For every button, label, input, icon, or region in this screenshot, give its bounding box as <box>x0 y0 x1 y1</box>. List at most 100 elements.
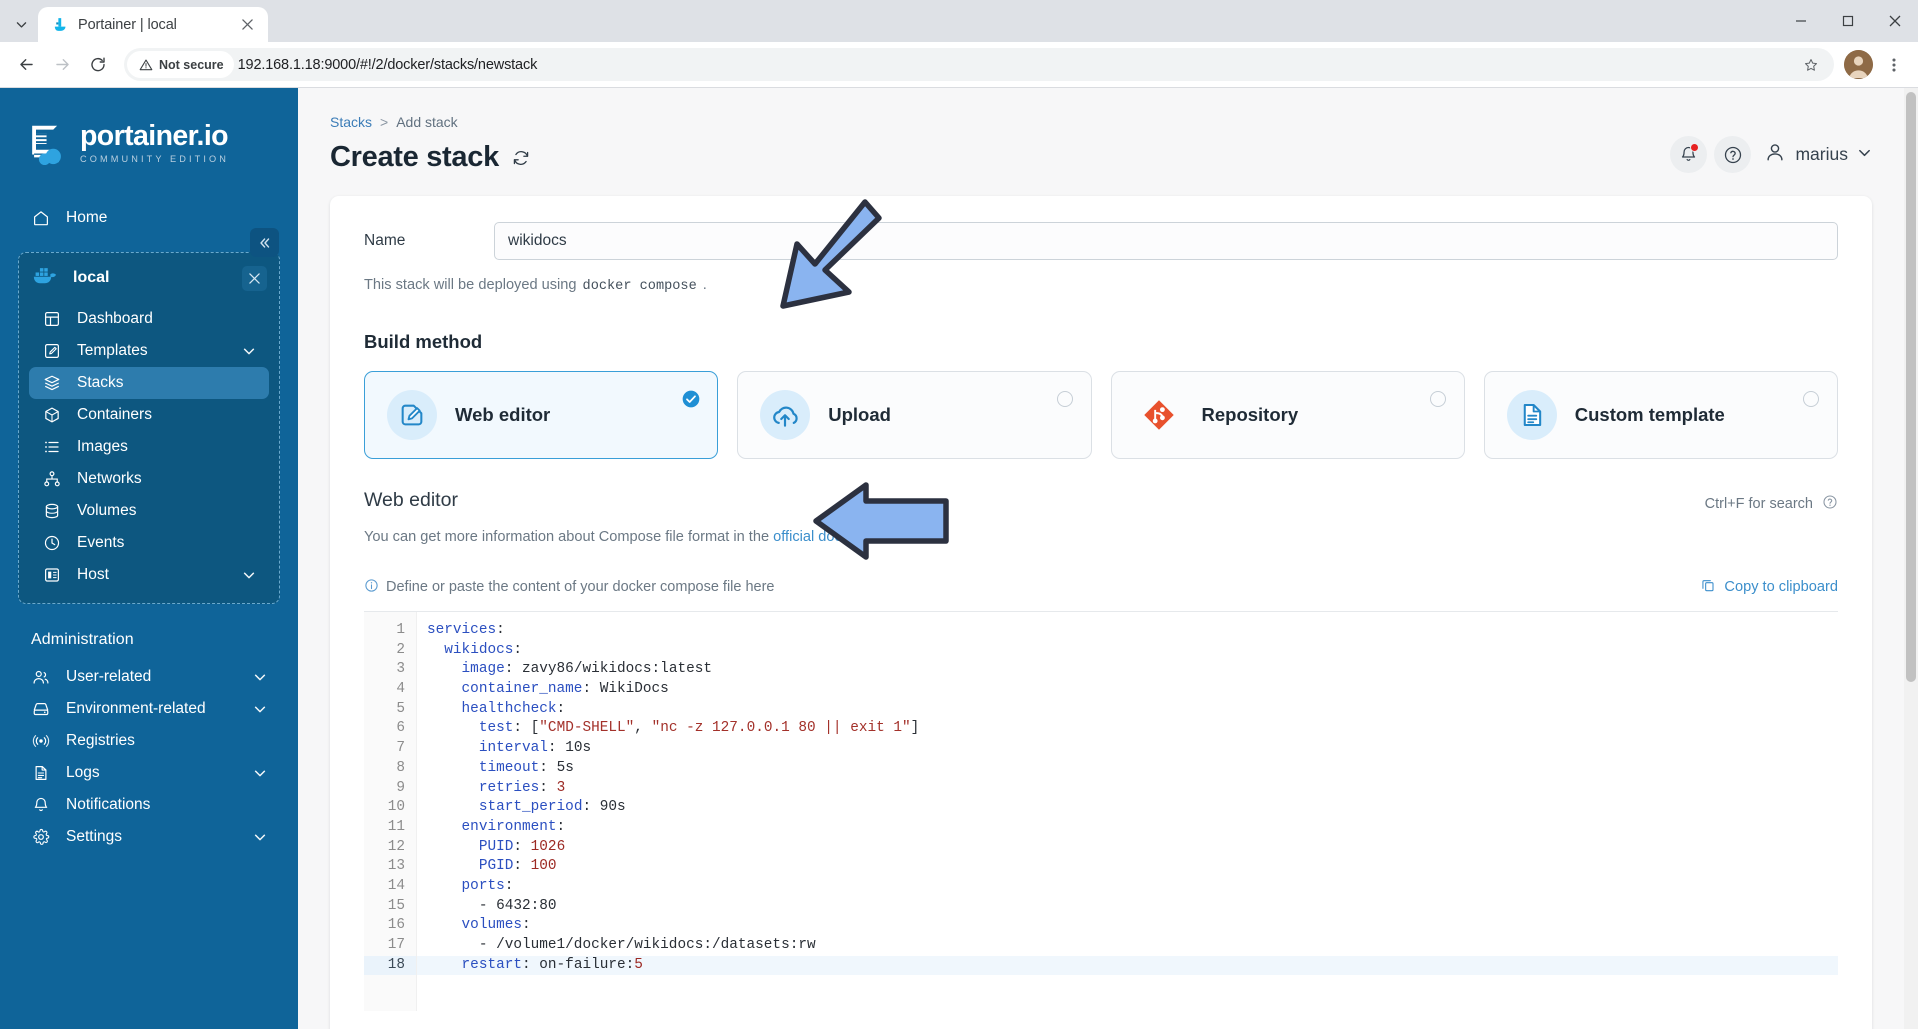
sidebar-environment-header[interactable]: local <box>19 261 279 295</box>
templates-edit-icon <box>42 342 61 361</box>
editor-code-line[interactable]: - 6432:80 <box>427 897 1838 917</box>
editor-code-line[interactable]: wikidocs: <box>427 641 1838 661</box>
sidebar-item-home-label: Home <box>66 209 108 226</box>
editor-code-line[interactable]: test: ["CMD-SHELL", "nc -z 127.0.0.1 80 … <box>427 719 1838 739</box>
editor-code-line[interactable]: restart: on-failure:5 <box>417 955 1838 976</box>
editor-code-line[interactable]: services: <box>427 621 1838 641</box>
editor-code-line[interactable]: retries: 3 <box>427 779 1838 799</box>
profile-avatar[interactable] <box>1844 50 1873 79</box>
editor-code-line[interactable]: ports: <box>427 877 1838 897</box>
yaml-code-editor[interactable]: 1 2 3 4 5 6 7 8 9 10 11 12 13 14 15 16 17 18 services: wi… <box>364 611 1838 1011</box>
code-token: retries <box>478 779 540 796</box>
radio-button-unselected[interactable] <box>1429 391 1446 407</box>
build-method-web-editor[interactable]: Web editor <box>364 371 719 459</box>
editor-code-line[interactable]: timeout: 5s <box>427 759 1838 779</box>
build-method-repository[interactable]: Repository <box>1110 371 1465 459</box>
official-documentation-link[interactable]: official documentation <box>773 529 914 545</box>
sidebar-item-networks[interactable]: Networks <box>29 463 269 495</box>
stack-name-input[interactable] <box>494 222 1838 260</box>
page-title: Create stack <box>330 141 499 173</box>
portainer-whale-icon <box>54 18 66 31</box>
radio-button-unselected[interactable] <box>1056 391 1073 407</box>
chevron-down-icon[interactable] <box>253 830 267 844</box>
build-method-label: Repository <box>1201 404 1299 425</box>
sidebar-item-user-related[interactable]: User-related <box>18 661 280 693</box>
help-button[interactable] <box>1714 136 1752 173</box>
chevron-down-icon[interactable] <box>242 344 256 358</box>
sidebar-item-home[interactable]: Home <box>18 202 280 234</box>
sidebar-admin-title: Administration <box>31 631 134 648</box>
page-scrollbar-thumb[interactable] <box>1906 92 1916 682</box>
editor-code-line[interactable]: environment: <box>427 818 1838 838</box>
editor-code-line[interactable]: PGID: 100 <box>427 857 1838 877</box>
chevron-down-icon[interactable] <box>242 568 256 582</box>
sidebar-item-notifications[interactable]: Notifications <box>18 789 280 821</box>
sidebar-item-templates[interactable]: Templates <box>29 335 269 367</box>
sidebar-item-events[interactable]: Events <box>29 527 269 559</box>
sidebar-item-label: Registries <box>66 732 135 749</box>
sidebar-item-images[interactable]: Images <box>29 431 269 463</box>
sidebar: portainer.io COMMUNITY EDITION Home loca… <box>0 88 298 1029</box>
editor-code-line[interactable]: - /volume1/docker/wikidocs:/datasets:rw <box>427 936 1838 956</box>
window-maximize-button[interactable] <box>1824 0 1871 42</box>
tab-search-chevron-down-icon[interactable] <box>4 9 38 39</box>
brand-logo[interactable]: portainer.io COMMUNITY EDITION <box>0 110 298 176</box>
sidebar-item-stacks[interactable]: Stacks <box>29 367 269 399</box>
window-minimize-button[interactable] <box>1777 0 1824 42</box>
sidebar-item-volumes[interactable]: Volumes <box>29 495 269 527</box>
kebab-menu-icon[interactable] <box>1879 48 1909 82</box>
breadcrumb-root-link[interactable]: Stacks <box>330 114 372 130</box>
browser-tab-close-icon[interactable] <box>237 14 258 35</box>
sidebar-item-dashboard[interactable]: Dashboard <box>29 303 269 335</box>
address-bar[interactable]: Not secure 192.168.1.18:9000/#!/2/docker… <box>124 48 1834 81</box>
users-icon <box>31 668 50 687</box>
url-text[interactable]: 192.168.1.18:9000/#!/2/docker/stacks/new… <box>238 57 1796 73</box>
sidebar-item-host[interactable]: Host <box>29 559 269 591</box>
sidebar-item-containers[interactable]: Containers <box>29 399 269 431</box>
forward-arrow-icon[interactable] <box>45 48 79 82</box>
sidebar-item-label: Settings <box>66 828 123 845</box>
back-arrow-icon[interactable] <box>9 48 43 82</box>
notifications-button[interactable] <box>1670 136 1708 173</box>
editor-code-line[interactable]: start_period: 90s <box>427 798 1838 818</box>
radio-button-unselected[interactable] <box>1803 391 1819 407</box>
editor-line-number: 10 <box>387 799 405 816</box>
editor-code-line[interactable]: healthcheck: <box>427 700 1838 720</box>
chevron-down-icon[interactable] <box>253 670 267 684</box>
page-scrollbar-track[interactable] <box>1904 88 1918 1029</box>
star-icon[interactable] <box>1796 50 1826 80</box>
refresh-icon[interactable] <box>512 149 530 167</box>
sidebar-item-label: Containers <box>77 406 152 423</box>
help-circle-icon[interactable] <box>1822 494 1838 514</box>
security-status-chip[interactable]: Not secure <box>127 51 234 78</box>
code-token: "CMD-SHELL" <box>539 720 635 737</box>
editor-code-line[interactable]: image: zavy86/wikidocs:latest <box>427 660 1838 680</box>
chevron-down-icon[interactable] <box>253 766 267 780</box>
editor-code-content[interactable]: services: wikidocs: image: zavy86/wikido… <box>417 612 1838 1011</box>
web-editor-panel: Web editor You can get more information … <box>364 489 1838 1011</box>
chevron-down-icon[interactable] <box>253 702 267 716</box>
code-token: : <box>513 641 523 658</box>
sidebar-item-logs[interactable]: Logs <box>18 757 280 789</box>
editor-code-line[interactable]: volumes: <box>427 916 1838 936</box>
editor-code-line[interactable]: interval: 10s <box>427 739 1838 759</box>
window-close-button[interactable] <box>1871 0 1918 42</box>
reload-icon[interactable] <box>81 48 115 82</box>
user-menu[interactable]: marius <box>1758 141 1872 168</box>
editor-code-line[interactable]: container_name: WikiDocs <box>427 680 1838 700</box>
sidebar-item-environment-related[interactable]: Environment-related <box>18 693 280 725</box>
build-method-upload[interactable]: Upload <box>737 371 1092 459</box>
editor-code-line[interactable]: PUID: 1026 <box>427 838 1838 858</box>
copy-to-clipboard-button[interactable]: Copy to clipboard <box>1700 577 1838 597</box>
deploy-note-suffix: . <box>702 277 707 293</box>
info-circle-icon <box>364 578 379 597</box>
sidebar-environment-close-icon[interactable] <box>242 265 267 291</box>
code-token: : WikiDocs <box>582 681 669 698</box>
user-icon <box>1764 141 1786 168</box>
build-method-custom-template[interactable]: Custom template <box>1483 371 1838 459</box>
sidebar-item-settings[interactable]: Settings <box>18 821 280 853</box>
browser-tab[interactable]: Portainer | local <box>38 7 268 42</box>
sidebar-item-registries[interactable]: Registries <box>18 725 280 757</box>
